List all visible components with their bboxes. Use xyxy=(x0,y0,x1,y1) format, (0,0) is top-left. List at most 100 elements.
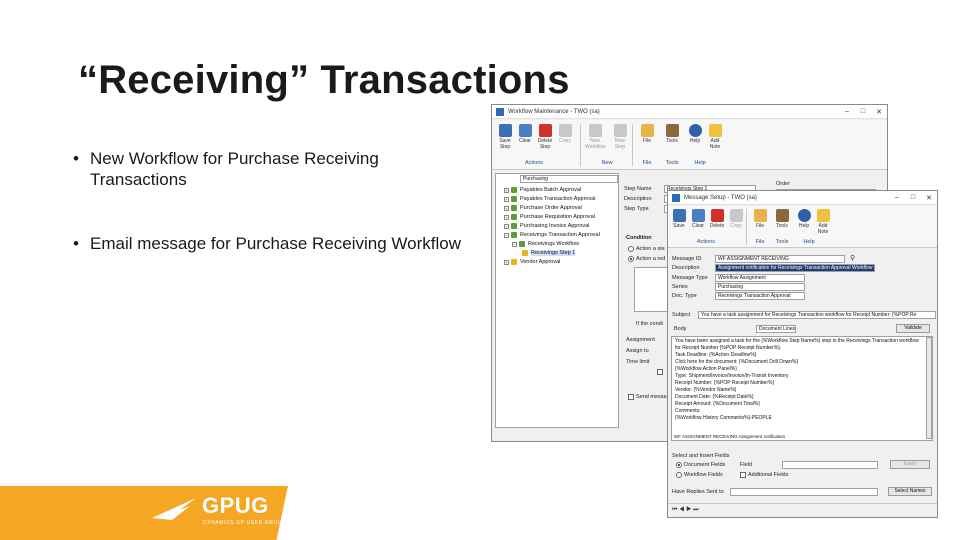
next-record-icon[interactable]: ▶ xyxy=(686,507,691,513)
replies-field[interactable] xyxy=(730,488,878,496)
expand-icon[interactable]: + xyxy=(504,196,509,202)
collapse-icon[interactable]: − xyxy=(504,232,509,238)
delete-step-button[interactable]: Delete Step xyxy=(535,124,555,150)
add-note-button[interactable]: Add Note xyxy=(705,124,725,150)
doc-type-dropdown[interactable]: Receivings Transaction Approval xyxy=(715,292,805,300)
workflow-type-dropdown[interactable]: Purchasing xyxy=(520,175,618,183)
previous-record-icon[interactable]: ◀ xyxy=(679,507,684,513)
assignment-notification-row: WF ASSIGNMENT RECEIVING Assignment notif… xyxy=(674,433,785,440)
message-id-label: Message ID xyxy=(672,256,702,262)
message-type-dropdown[interactable]: Workflow Assignment xyxy=(715,274,805,282)
help-button[interactable]: Help xyxy=(794,209,814,229)
expand-icon[interactable]: + xyxy=(504,187,509,193)
ribbon: Save Clear Delete Copy File Tools Help A… xyxy=(668,206,937,248)
add-note-button[interactable]: Add Note xyxy=(813,209,833,235)
field-dropdown[interactable] xyxy=(782,461,878,469)
subject-field[interactable]: You have a task assignment for Receiving… xyxy=(698,311,936,319)
ribbon-separator xyxy=(632,124,633,166)
insert-button[interactable]: Insert xyxy=(890,460,930,469)
step-icon xyxy=(522,250,528,256)
save-step-button[interactable]: Save Step xyxy=(495,124,515,150)
close-icon[interactable]: ✕ xyxy=(921,194,937,202)
message-body-editor[interactable]: You have been assigned a task for the {%… xyxy=(671,336,933,441)
workflow-icon xyxy=(511,223,517,229)
new-step-icon xyxy=(613,124,627,137)
workflow-fields-radio[interactable] xyxy=(676,472,682,478)
message-setup-window: Message Setup - TWO (sa) – □ ✕ Save Clea… xyxy=(667,190,938,518)
tree-item[interactable]: − Receivings Workflow xyxy=(512,241,579,247)
expand-icon[interactable]: + xyxy=(504,259,509,265)
new-step-button[interactable]: New Step xyxy=(610,124,630,150)
last-record-icon[interactable]: ⏭ xyxy=(693,507,698,513)
tree-item[interactable]: + Purchasing Invoice Approval xyxy=(504,223,589,229)
expand-icon[interactable]: + xyxy=(504,205,509,211)
first-record-icon[interactable]: ⏮ xyxy=(672,507,677,513)
description-field[interactable]: Assignment notification for Receivings T… xyxy=(715,264,875,272)
document-fields-radio[interactable] xyxy=(676,462,682,468)
minimize-icon[interactable]: – xyxy=(839,108,855,115)
action-redirect-radio[interactable] xyxy=(628,256,634,262)
tree-item[interactable]: + Payables Transaction Approval xyxy=(504,196,596,202)
search-icon[interactable]: ⚲ xyxy=(850,254,855,262)
ribbon-separator xyxy=(746,209,747,245)
copy-button[interactable]: Copy xyxy=(555,124,575,144)
tools-icon xyxy=(775,209,789,222)
gpug-swoosh-icon xyxy=(152,498,196,520)
delete-button[interactable]: Delete xyxy=(707,209,727,229)
help-button[interactable]: Help xyxy=(685,124,705,144)
additional-fields-checkbox[interactable] xyxy=(740,472,746,478)
order-label: Order xyxy=(776,181,791,187)
save-button[interactable]: Save xyxy=(669,209,689,229)
collapse-icon[interactable]: − xyxy=(512,241,517,247)
step-type-label: Step Type xyxy=(624,206,649,212)
record-navigation[interactable]: ⏮ ◀ ▶ ⏭ xyxy=(668,503,937,517)
tree-item[interactable]: + Payables Batch Approval xyxy=(504,187,581,193)
select-names-button[interactable]: Select Names xyxy=(888,487,932,496)
clear-button[interactable]: Clear xyxy=(688,209,708,229)
folder-icon xyxy=(640,124,654,137)
file-button[interactable]: File xyxy=(637,124,657,144)
action-step-radio[interactable] xyxy=(628,246,634,252)
minimize-icon[interactable]: – xyxy=(889,194,905,201)
time-limit-checkbox[interactable] xyxy=(657,369,663,375)
maximize-icon[interactable]: □ xyxy=(855,108,871,115)
message-id-field[interactable]: WF ASSIGNMENT RECEIVING xyxy=(715,255,845,263)
expand-icon[interactable]: + xyxy=(504,223,509,229)
step-name-label: Step Name xyxy=(624,186,652,192)
copy-button[interactable]: Copy xyxy=(726,209,746,229)
tree-item[interactable]: + Vendor Approval xyxy=(504,259,560,265)
body-format-dropdown[interactable]: Document Lines xyxy=(756,325,796,333)
app-icon xyxy=(672,193,680,202)
workflow-tree-panel[interactable]: Purchasing + Payables Batch Approval + Pay… xyxy=(495,173,619,428)
close-icon[interactable]: ✕ xyxy=(871,108,887,116)
new-workflow-button[interactable]: New Workflow xyxy=(585,124,605,150)
document-fields-label: Document Fields xyxy=(684,462,726,468)
tools-button[interactable]: Tools xyxy=(772,209,792,229)
note-icon xyxy=(708,124,722,137)
tree-item[interactable]: + Purchase Order Approval xyxy=(504,205,582,211)
expand-icon[interactable]: + xyxy=(504,214,509,220)
tree-item-selected[interactable]: Receivings Step 1 xyxy=(522,250,576,256)
tools-button[interactable]: Tools xyxy=(662,124,682,144)
validate-button[interactable]: Validate xyxy=(896,324,930,333)
message-type-label: Message Type xyxy=(672,275,708,281)
file-button[interactable]: File xyxy=(750,209,770,229)
save-icon xyxy=(498,124,512,137)
tree-item[interactable]: − Receivings Transaction Approval xyxy=(504,232,600,238)
scrollbar[interactable] xyxy=(926,337,932,439)
additional-fields-label: Additional Fields xyxy=(748,472,789,478)
bullet-list: New Workflow for Purchase Receiving Tran… xyxy=(70,148,470,297)
maximize-icon[interactable]: □ xyxy=(905,194,921,201)
workflow-icon xyxy=(511,196,517,202)
title-bar: Message Setup - TWO (sa) – □ ✕ xyxy=(668,191,937,205)
tree-item[interactable]: + Purchase Requisition Approval xyxy=(504,214,595,220)
logo-subtitle: DYNAMICS GP USER GROUP xyxy=(203,520,287,526)
send-message-checkbox[interactable] xyxy=(628,394,634,400)
series-dropdown[interactable]: Purchasing xyxy=(715,283,805,291)
clear-button[interactable]: Clear xyxy=(515,124,535,144)
help-icon xyxy=(797,209,811,222)
condition-label: Condition xyxy=(626,235,652,241)
workflow-fields-label: Workflow Fields xyxy=(684,472,723,478)
folder-icon xyxy=(753,209,767,222)
new-workflow-icon xyxy=(588,124,602,137)
